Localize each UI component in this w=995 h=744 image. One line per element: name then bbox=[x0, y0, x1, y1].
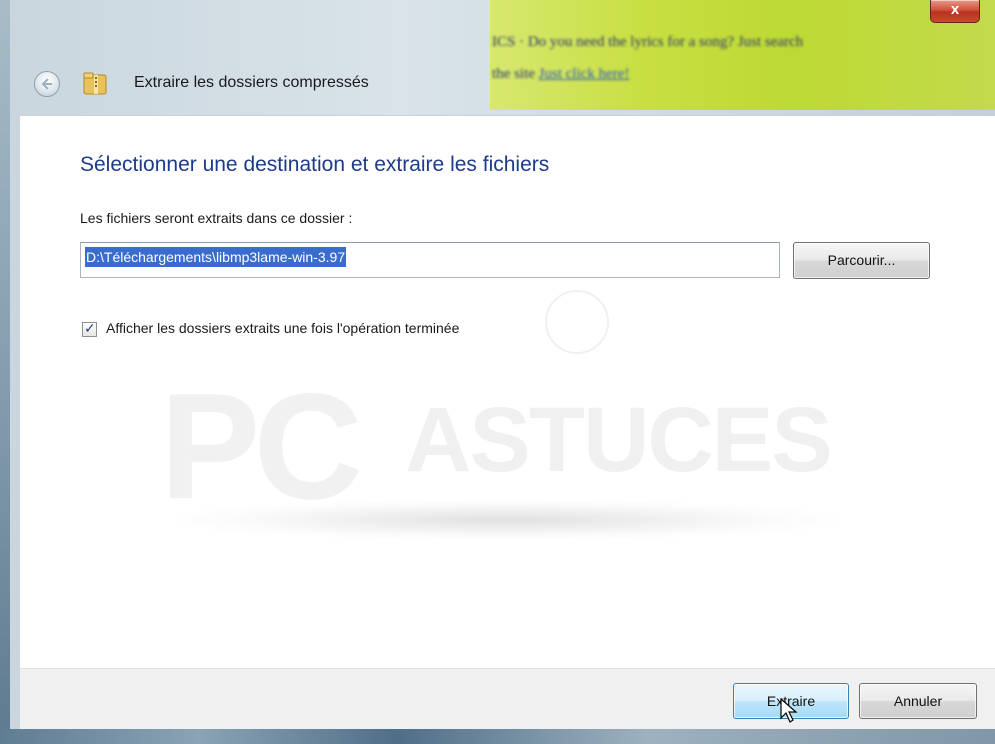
frame-left-edge bbox=[0, 0, 10, 744]
destination-label: Les fichiers seront extraits dans ce dos… bbox=[80, 210, 353, 226]
watermark-sun-icon bbox=[545, 290, 609, 354]
show-folders-checkbox[interactable]: ✓ bbox=[82, 320, 97, 337]
background-line-2: the site Just click here! bbox=[492, 58, 982, 90]
zip-folder-icon bbox=[83, 72, 107, 95]
destination-path-value: D:\Téléchargements\libmp3lame-win-3.97 bbox=[85, 247, 347, 267]
close-icon: x bbox=[950, 1, 960, 18]
title-bar: Extraire les dossiers compressés bbox=[10, 40, 490, 115]
taskbar-strip bbox=[0, 729, 995, 744]
mouse-pointer-icon bbox=[780, 698, 798, 723]
back-button[interactable] bbox=[34, 71, 60, 97]
browse-button[interactable]: Parcourir... bbox=[793, 242, 930, 279]
back-arrow-icon bbox=[41, 78, 52, 90]
checkmark-icon: ✓ bbox=[84, 320, 96, 336]
cancel-button[interactable]: Annuler bbox=[859, 683, 977, 719]
show-folders-checkbox-label[interactable]: Afficher les dossiers extraits une fois … bbox=[106, 320, 459, 336]
page-title: Sélectionner une destination et extraire… bbox=[80, 153, 550, 176]
background-window-text: ICS · Do you need the lyrics for a song?… bbox=[492, 26, 982, 90]
destination-path-input[interactable]: D:\Téléchargements\libmp3lame-win-3.97 bbox=[80, 242, 780, 278]
background-line-2-prefix: the site bbox=[492, 66, 535, 82]
background-line-1: ICS · Do you need the lyrics for a song?… bbox=[492, 34, 804, 50]
close-button[interactable]: x bbox=[930, 0, 980, 23]
dialog-content bbox=[20, 115, 995, 669]
window-title: Extraire les dossiers compressés bbox=[134, 74, 369, 91]
background-link: Just click here! bbox=[538, 66, 630, 82]
